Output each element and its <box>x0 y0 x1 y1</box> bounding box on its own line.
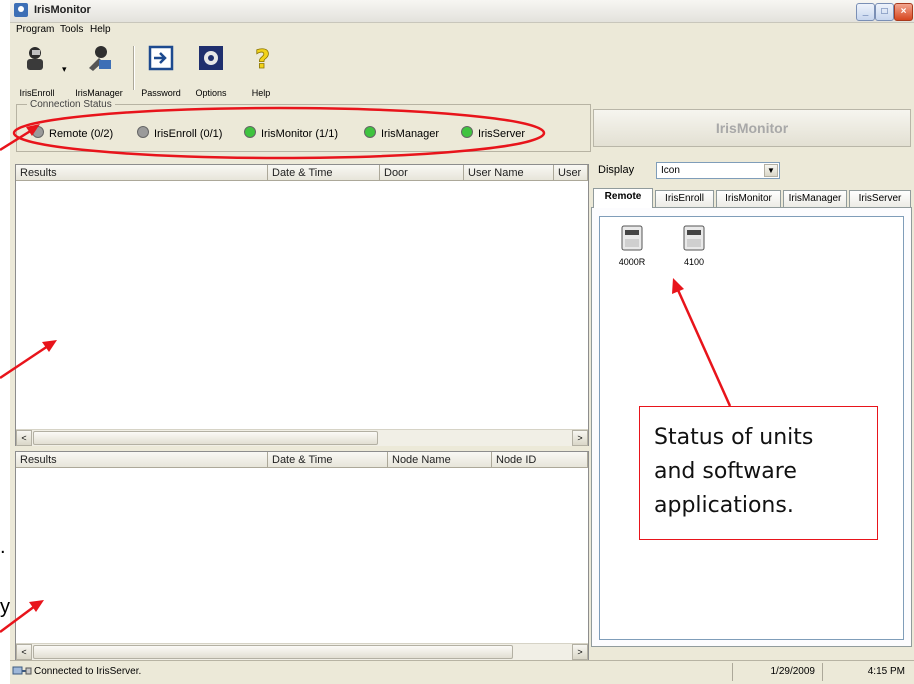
toolbar-label: IrisManager <box>75 88 123 98</box>
password-button[interactable]: Password <box>138 44 184 98</box>
network-connection-icon <box>12 666 32 675</box>
callout-line: applications. <box>654 493 794 518</box>
device-label: 4100 <box>683 257 705 267</box>
status-time-pane: 4:15 PM <box>822 663 905 681</box>
menu-tools[interactable]: Tools <box>60 24 83 35</box>
minimize-button[interactable]: _ <box>856 3 875 21</box>
irismanager-button[interactable]: IrisManager <box>75 44 123 98</box>
column-header-results[interactable]: Results <box>16 452 268 468</box>
column-header-user-name[interactable]: User Name <box>464 165 554 181</box>
menu-bar: Program Tools Help <box>10 22 914 38</box>
display-select-value: Icon <box>661 165 680 176</box>
toolbar-label: Help <box>251 88 271 98</box>
toolbar-label: IrisEnroll <box>19 88 55 98</box>
column-header-date-time[interactable]: Date & Time <box>268 452 388 468</box>
device-item-4000r[interactable]: 4000R <box>610 225 654 267</box>
tab-irismonitor[interactable]: IrisMonitor <box>716 190 781 207</box>
menu-help[interactable]: Help <box>90 24 111 35</box>
status-irisserver: IrisServer <box>461 126 525 140</box>
menu-program[interactable]: Program <box>16 24 54 35</box>
horizontal-scrollbar[interactable]: < > <box>16 429 588 446</box>
scroll-thumb[interactable] <box>33 431 378 445</box>
column-header-node-name[interactable]: Node Name <box>388 452 492 468</box>
chevron-down-icon[interactable]: ▼ <box>764 164 778 177</box>
device-terminal-icon <box>683 225 705 251</box>
display-select[interactable]: Icon ▼ <box>656 162 780 179</box>
maximize-button[interactable]: □ <box>875 3 894 21</box>
svg-text:?: ? <box>255 45 270 72</box>
status-remote: Remote (0/2) <box>32 126 113 140</box>
status-message: Connected to IrisServer. <box>34 666 142 677</box>
device-item-4100[interactable]: 4100 <box>672 225 716 267</box>
scroll-thumb[interactable] <box>33 645 513 659</box>
results-panel-bottom[interactable]: Results Date & Time Node Name Node ID < … <box>15 451 589 660</box>
status-date-pane: 1/29/2009 <box>732 663 815 681</box>
column-header-door[interactable]: Door <box>380 165 464 181</box>
status-irisenroll: IrisEnroll (0/1) <box>137 126 222 140</box>
question-mark-icon: ? <box>255 45 271 72</box>
status-indicator-icon <box>461 126 473 138</box>
status-irismonitor: IrisMonitor (1/1) <box>244 126 338 140</box>
scroll-right-button[interactable]: > <box>572 644 588 660</box>
edge-text-fragment: y <box>0 596 10 618</box>
scroll-left-button[interactable]: < <box>16 430 32 446</box>
window-title: IrisMonitor <box>34 4 91 16</box>
app-icon <box>14 3 28 17</box>
app-window: IrisMonitor _ □ × Program Tools Help Iri… <box>10 0 914 684</box>
connection-status-label: Connection Status <box>27 99 115 110</box>
horizontal-scrollbar[interactable]: < > <box>16 643 588 660</box>
toolbar: IrisEnroll ▾ IrisManager Password Option… <box>10 38 914 98</box>
tab-irisserver[interactable]: IrisServer <box>849 190 911 207</box>
callout-box: Status of units and software application… <box>639 406 878 540</box>
column-header-user[interactable]: User <box>554 165 588 181</box>
title-bar[interactable]: IrisMonitor _ □ × <box>10 0 914 23</box>
callout-line: Status of units <box>654 425 814 450</box>
dropdown-arrow-icon[interactable]: ▾ <box>62 64 67 75</box>
tab-irismanager[interactable]: IrisManager <box>783 190 847 207</box>
banner-label: IrisMonitor <box>715 120 789 136</box>
scroll-left-button[interactable]: < <box>16 644 32 660</box>
arrow-enter-icon <box>148 45 174 71</box>
tab-remote[interactable]: Remote <box>593 188 653 208</box>
toolbar-separator <box>133 46 135 90</box>
banner-button[interactable]: IrisMonitor <box>593 109 911 147</box>
close-button[interactable]: × <box>894 3 913 21</box>
column-header-node-id[interactable]: Node ID <box>492 452 588 468</box>
status-indicator-icon <box>364 126 376 138</box>
status-indicator-icon <box>137 126 149 138</box>
column-header-results[interactable]: Results <box>16 165 268 181</box>
status-indicator-icon <box>244 126 256 138</box>
options-button[interactable]: Options <box>188 44 234 98</box>
status-time: 4:15 PM <box>867 666 905 677</box>
status-bar: Connected to IrisServer. 1/29/2009 4:15 … <box>10 660 914 684</box>
callout-line: and software <box>654 459 797 484</box>
help-button[interactable]: ? Help <box>238 44 284 98</box>
gear-settings-icon <box>199 46 223 70</box>
results-panel-top[interactable]: Results Date & Time Door User Name User … <box>15 164 589 446</box>
edge-text-fragment: . <box>0 536 6 558</box>
device-terminal-icon <box>621 225 643 251</box>
tab-irisenroll[interactable]: IrisEnroll <box>655 190 714 207</box>
status-date: 1/29/2009 <box>770 666 816 677</box>
device-label: 4000R <box>618 257 646 267</box>
scroll-right-button[interactable]: > <box>572 430 588 446</box>
status-indicator-icon <box>32 126 44 138</box>
irisenroll-button[interactable]: IrisEnroll <box>14 44 60 98</box>
status-irismanager: IrisManager <box>364 126 439 140</box>
person-camera-icon <box>27 47 43 70</box>
wrench-person-icon <box>89 46 111 71</box>
column-header-date-time[interactable]: Date & Time <box>268 165 380 181</box>
display-label: Display <box>598 164 635 176</box>
